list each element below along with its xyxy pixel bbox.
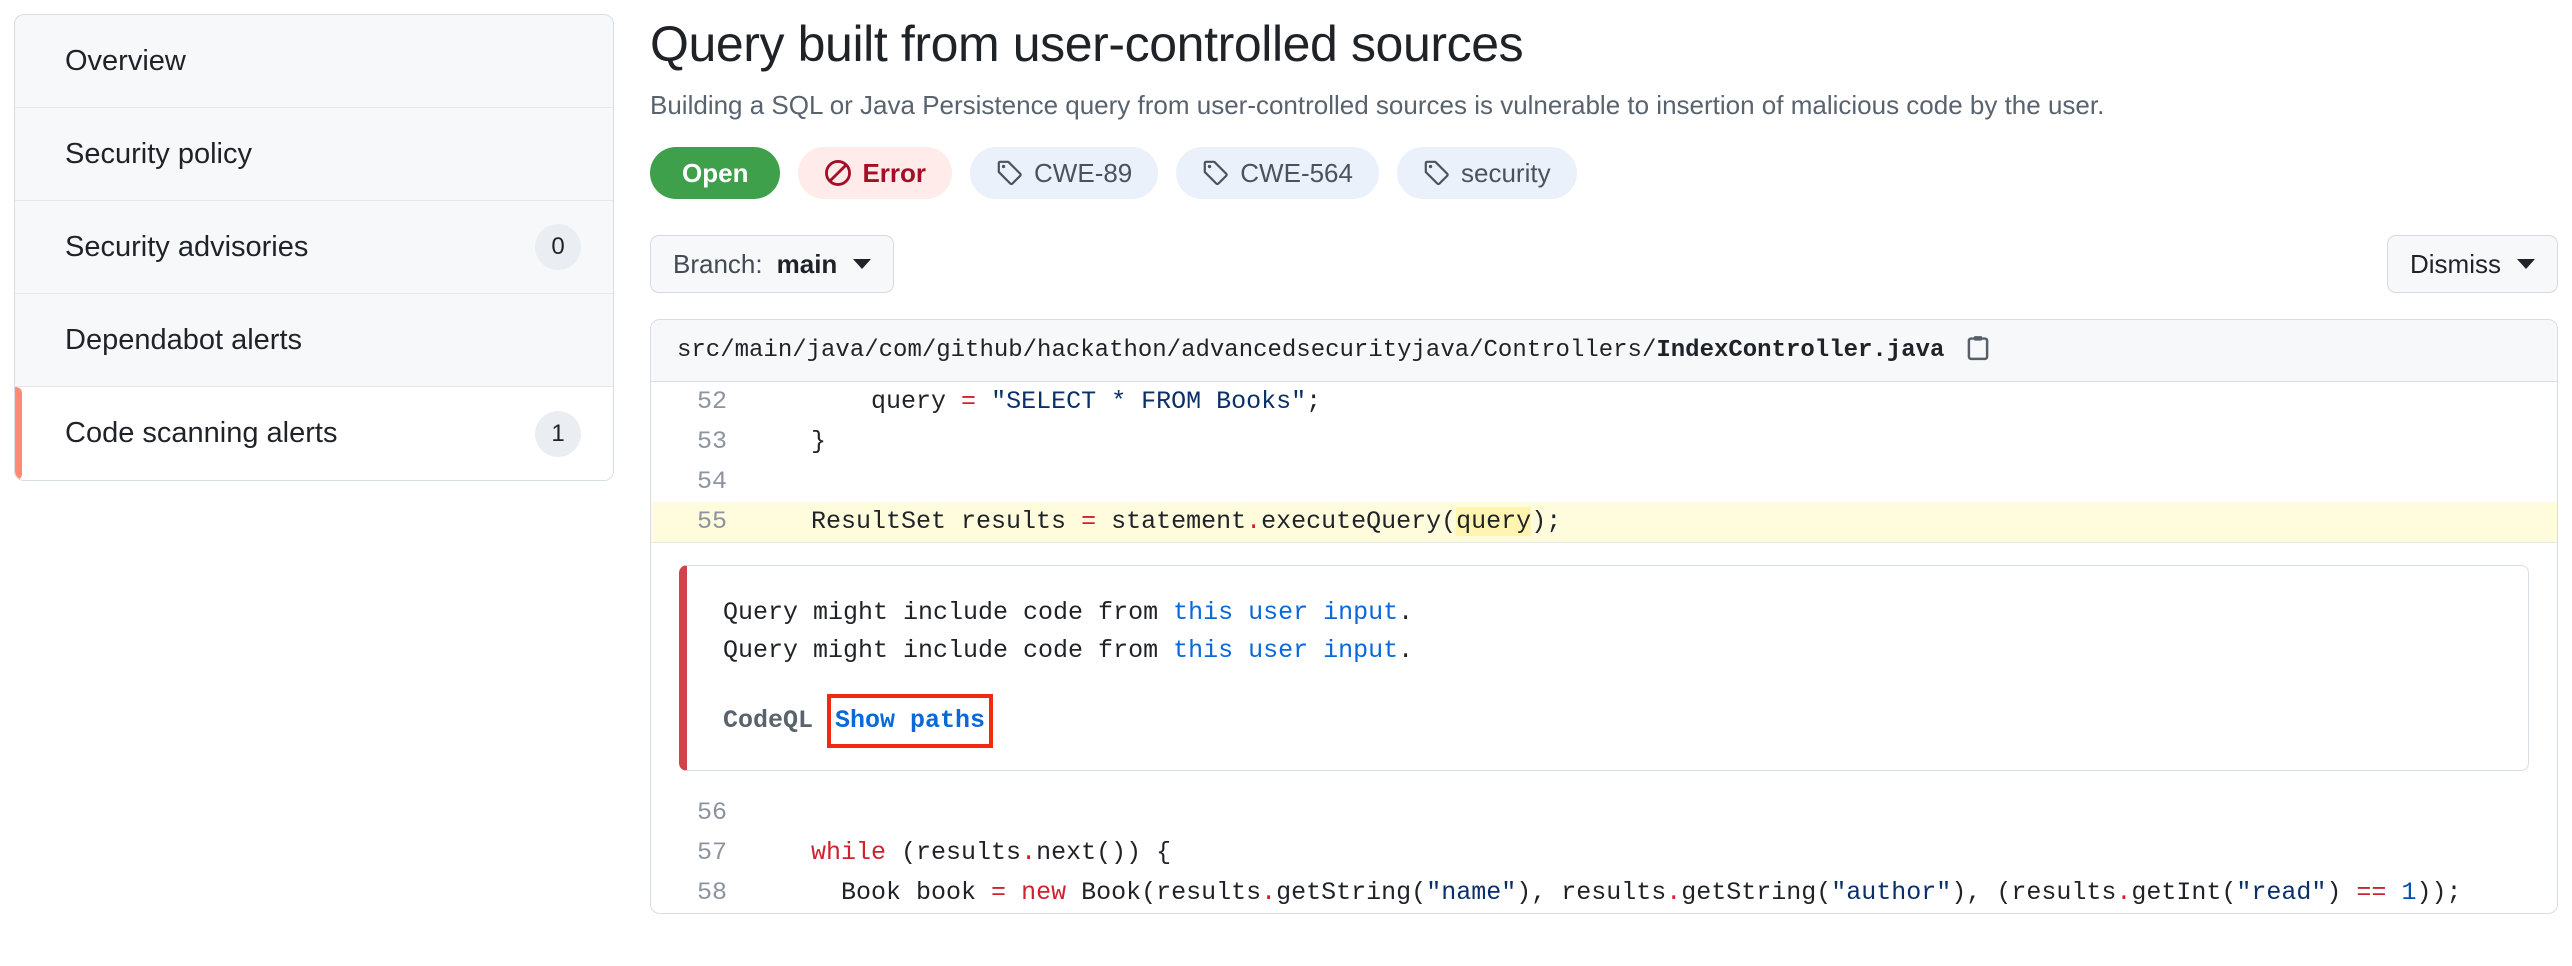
line-content (751, 462, 2557, 502)
alert-badges: Open Error CWE-89 CWE-564 security (650, 147, 2558, 200)
sidebar-item-label: Dependabot alerts (65, 323, 302, 356)
sidebar-item-security-advisories[interactable]: Security advisories 0 (15, 201, 613, 294)
alert-message-box: Query might include code from this user … (679, 565, 2529, 772)
message-line1-suffix: . (1398, 598, 1414, 628)
chevron-down-icon (2517, 259, 2535, 270)
status-badge-label: Open (682, 157, 749, 188)
copy-icon[interactable] (1964, 334, 1992, 367)
code-line: 52 query = "SELECT * FROM Books"; (651, 382, 2557, 422)
security-sidebar: Overview Security policy Security adviso… (14, 14, 614, 481)
sidebar-item-label: Overview (65, 44, 186, 77)
tag-icon (996, 159, 1024, 187)
status-badge-open: Open (650, 147, 781, 200)
line-number: 58 (696, 878, 727, 908)
severity-badge-error: Error (798, 147, 953, 200)
message-line1-prefix: Query might include code from (723, 598, 1174, 628)
page-title: Query built from user-controlled sources (650, 16, 1524, 72)
tag-badge-label: security (1460, 157, 1551, 188)
sidebar-item-dependabot-alerts[interactable]: Dependabot alerts (15, 294, 613, 387)
line-content: Book book = new Book(results.getString("… (751, 878, 2462, 908)
alert-toolbar: Branch: main Dismiss (650, 235, 2558, 294)
sidebar-item-counter: 0 (535, 224, 581, 270)
line-content: ResultSet results = statement.executeQue… (751, 507, 1562, 537)
code-scanning-alert-page: Overview Security policy Security adviso… (0, 0, 2572, 966)
file-path: src/main/java/com/github/hackathon/advan… (677, 337, 1944, 364)
alert-message-footer: CodeQL Show paths (723, 694, 2492, 749)
sidebar-item-label: Code scanning alerts (65, 417, 338, 449)
user-input-link[interactable]: this user input (1173, 636, 1398, 665)
line-content (751, 793, 2557, 833)
code-line: 56 (651, 793, 2557, 833)
sidebar-item-label: Security advisories (65, 230, 309, 263)
tag-badge-cwe-564[interactable]: CWE-564 (1176, 147, 1379, 200)
code-line: 54 (651, 462, 2557, 502)
sidebar-item-label: Security policy (65, 137, 252, 170)
alert-message-line-2: Query might include code from this user … (723, 632, 2492, 670)
code-line: 57 while (results.next()) { (651, 833, 2557, 873)
tag-badge-security[interactable]: security (1396, 147, 1577, 200)
severity-badge-label: Error (862, 157, 927, 188)
tag-badge-cwe-89[interactable]: CWE-89 (970, 147, 1159, 200)
dismiss-button[interactable]: Dismiss (2387, 235, 2558, 294)
line-number: 55 (696, 507, 727, 537)
no-entry-icon (824, 159, 852, 187)
file-name: IndexController.java (1656, 337, 1945, 365)
chevron-down-icon (853, 259, 872, 270)
line-number: 56 (696, 798, 727, 828)
tag-badge-label: CWE-89 (1034, 157, 1133, 188)
alert-main-column: Query built from user-controlled sources… (650, 14, 2558, 915)
line-content: while (results.next()) { (811, 838, 1172, 868)
code-line-highlighted: 55 ResultSet results = statement.execute… (651, 502, 2557, 544)
analysis-tool-name: CodeQL (723, 706, 814, 736)
branch-prefix-label: Branch: (673, 248, 763, 279)
line-number: 53 (696, 427, 727, 457)
message-line2-suffix: . (1398, 636, 1414, 666)
tag-badge-label: CWE-564 (1240, 157, 1353, 188)
branch-name-label: main (776, 248, 838, 279)
sidebar-item-security-policy[interactable]: Security policy (15, 108, 613, 201)
user-input-link[interactable]: this user input (1173, 598, 1398, 627)
line-number: 52 (696, 387, 727, 417)
sidebar-item-counter: 1 (535, 410, 581, 457)
code-line: 53 } (651, 422, 2557, 462)
line-number: 57 (696, 838, 727, 868)
dismiss-label: Dismiss (2410, 248, 2501, 279)
code-snippet-panel: src/main/java/com/github/hackathon/advan… (650, 319, 2558, 915)
code-line: 58 Book book = new Book(results.getStrin… (651, 873, 2557, 913)
line-content: query = "SELECT * FROM Books"; (751, 387, 1322, 417)
alert-message-wrapper: Query might include code from this user … (651, 543, 2557, 793)
line-content: } (751, 427, 827, 457)
sidebar-item-overview[interactable]: Overview (15, 15, 613, 108)
message-line2-prefix: Query might include code from (723, 636, 1174, 666)
show-paths-link[interactable]: Show paths (827, 694, 994, 749)
alert-description: Building a SQL or Java Persistence query… (650, 90, 2105, 120)
file-path-prefix: src/main/java/com/github/hackathon/advan… (677, 337, 1657, 365)
line-number: 54 (696, 467, 727, 497)
code-file-header: src/main/java/com/github/hackathon/advan… (651, 320, 2557, 383)
tag-icon (1202, 159, 1230, 187)
tag-icon (1423, 159, 1451, 187)
sidebar-item-code-scanning-alerts[interactable]: Code scanning alerts 1 (15, 387, 613, 480)
branch-select-button[interactable]: Branch: main (650, 235, 895, 294)
alert-message-line-1: Query might include code from this user … (723, 594, 2492, 632)
